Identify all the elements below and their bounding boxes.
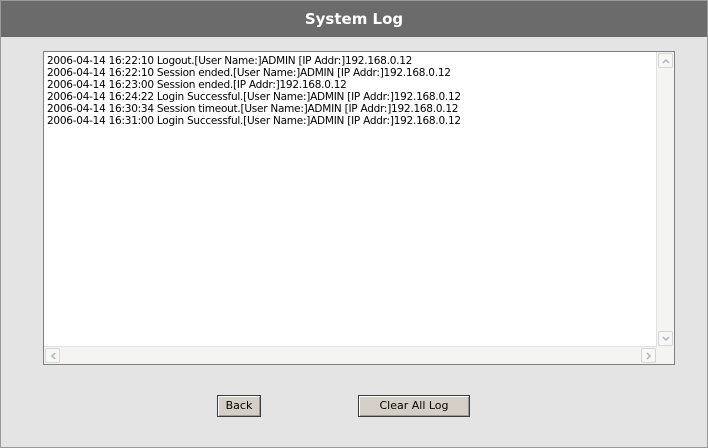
horizontal-scrollbar[interactable] [44, 346, 657, 364]
vertical-scrollbar[interactable] [656, 52, 674, 347]
log-textarea[interactable]: 2006-04-14 16:22:10 Logout.[User Name:]A… [43, 51, 675, 365]
scroll-left-button[interactable] [45, 348, 60, 363]
page-title: System Log [1, 1, 707, 37]
log-entry: 2006-04-14 16:24:22 Login Successful.[Us… [47, 91, 461, 103]
log-entry: 2006-04-14 16:22:10 Logout.[User Name:]A… [47, 55, 413, 67]
log-entry: 2006-04-14 16:22:10 Session ended.[User … [47, 67, 451, 79]
chevron-down-icon [662, 336, 670, 342]
chevron-right-icon [646, 352, 652, 360]
back-button[interactable]: Back [217, 395, 261, 417]
scroll-right-button[interactable] [641, 348, 656, 363]
log-entry: 2006-04-14 16:30:34 Session timeout.[Use… [47, 103, 459, 115]
clear-all-log-button[interactable]: Clear All Log [358, 395, 470, 417]
scroll-up-button[interactable] [658, 53, 673, 68]
log-content: 2006-04-14 16:22:10 Logout.[User Name:]A… [47, 55, 656, 346]
log-entry: 2006-04-14 16:31:00 Login Successful.[Us… [47, 115, 461, 127]
chevron-up-icon [662, 58, 670, 64]
chevron-left-icon [50, 352, 56, 360]
scroll-down-button[interactable] [658, 331, 673, 346]
scrollbar-corner [657, 347, 674, 364]
log-entry: 2006-04-14 16:23:00 Session ended.[IP Ad… [47, 79, 347, 91]
system-log-panel: System Log 2006-04-14 16:22:10 Logout.[U… [0, 0, 708, 448]
